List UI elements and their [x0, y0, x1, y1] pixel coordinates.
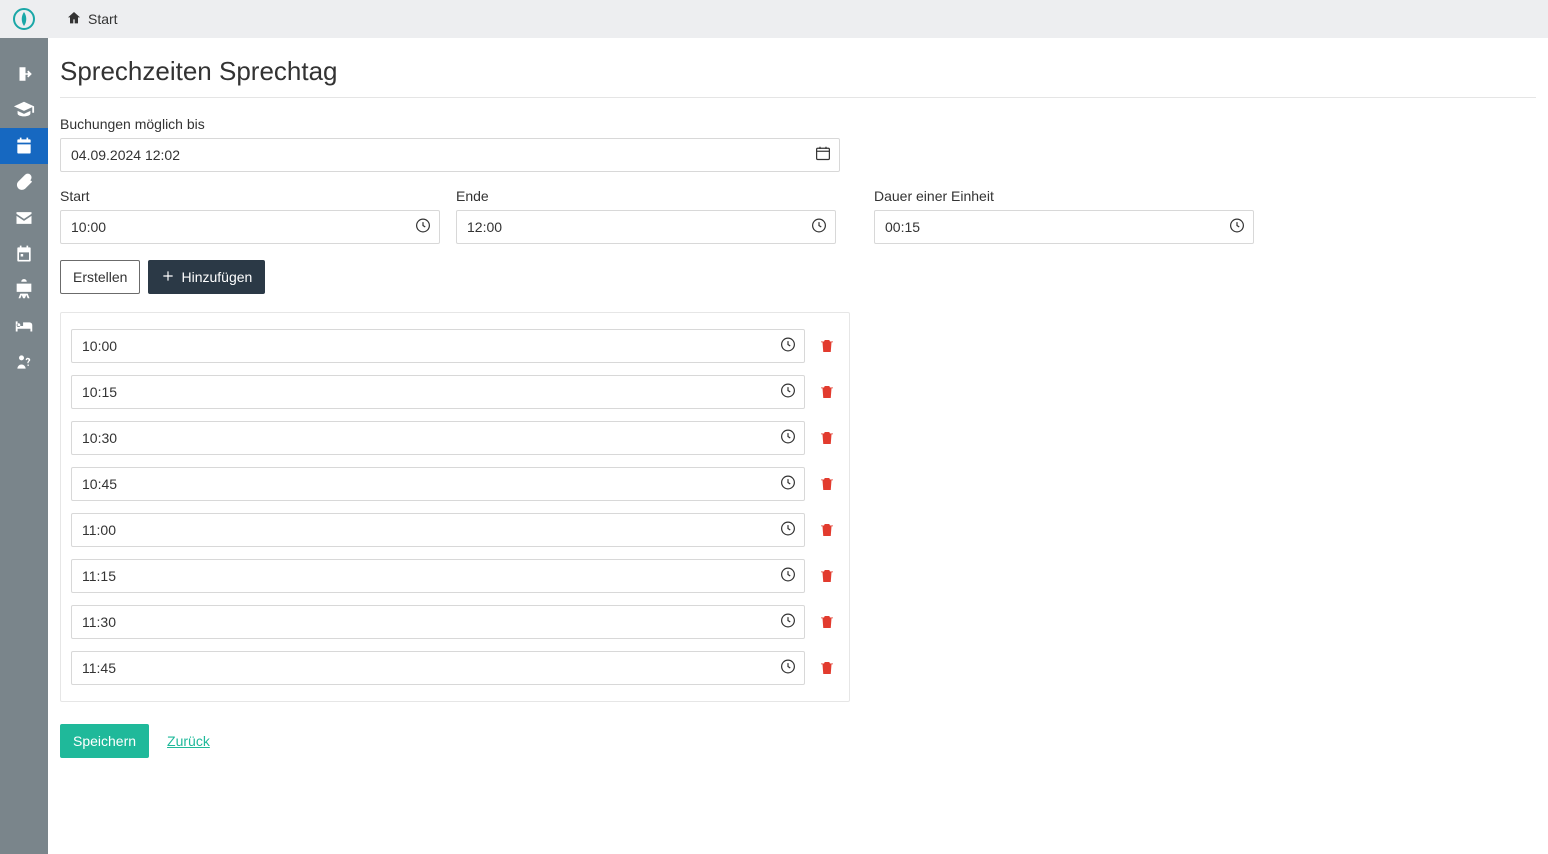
sidebar-item-messages[interactable]: [0, 200, 48, 236]
exit-icon: [15, 65, 33, 83]
page-title: Sprechzeiten Sprechtag: [60, 56, 1536, 97]
delete-slot-button[interactable]: [815, 656, 839, 680]
slot-time-input[interactable]: [71, 605, 805, 639]
trash-icon: [818, 429, 836, 447]
trash-icon: [818, 337, 836, 355]
slot-row: [71, 461, 839, 507]
add-button-label: Hinzufügen: [181, 269, 252, 285]
sidebar-item-calendar[interactable]: [0, 236, 48, 272]
plus-icon: [161, 269, 175, 286]
paperclip-icon: [14, 172, 34, 192]
calendar-solid-icon: [14, 136, 34, 156]
trash-icon: [818, 521, 836, 539]
presentation-icon: [13, 279, 35, 301]
delete-slot-button[interactable]: [815, 426, 839, 450]
slot-row: [71, 553, 839, 599]
slot-row: [71, 645, 839, 691]
sidebar-item-attachments[interactable]: [0, 164, 48, 200]
sidebar: [0, 0, 48, 854]
slot-time-input[interactable]: [71, 421, 805, 455]
slot-row: [71, 369, 839, 415]
slot-row: [71, 599, 839, 645]
envelope-icon: [14, 208, 34, 228]
end-label: Ende: [456, 188, 836, 204]
delete-slot-button[interactable]: [815, 380, 839, 404]
slot-row: [71, 323, 839, 369]
home-icon: [66, 10, 82, 29]
main-content: Sprechzeiten Sprechtag Buchungen möglich…: [48, 38, 1548, 854]
slot-time-input[interactable]: [71, 467, 805, 501]
end-input[interactable]: [456, 210, 836, 244]
sidebar-item-teachers[interactable]: [0, 92, 48, 128]
duration-input[interactable]: [874, 210, 1254, 244]
slot-time-input[interactable]: [71, 329, 805, 363]
sidebar-item-help[interactable]: [0, 344, 48, 380]
delete-slot-button[interactable]: [815, 610, 839, 634]
slot-time-input[interactable]: [71, 559, 805, 593]
booking-until-label: Buchungen möglich bis: [60, 116, 1536, 132]
app-logo: [0, 0, 48, 38]
graduation-cap-icon: [13, 99, 35, 121]
booking-until-input[interactable]: [60, 138, 840, 172]
trash-icon: [818, 659, 836, 677]
duration-label: Dauer einer Einheit: [874, 188, 1254, 204]
bed-icon: [13, 315, 35, 337]
slot-time-input[interactable]: [71, 651, 805, 685]
trash-icon: [818, 475, 836, 493]
delete-slot-button[interactable]: [815, 334, 839, 358]
sidebar-item-consultation-days[interactable]: [0, 128, 48, 164]
trash-icon: [818, 383, 836, 401]
delete-slot-button[interactable]: [815, 518, 839, 542]
title-rule: [60, 97, 1536, 98]
sidebar-item-logout[interactable]: [0, 56, 48, 92]
trash-icon: [818, 613, 836, 631]
add-button[interactable]: Hinzufügen: [148, 260, 265, 294]
create-button[interactable]: Erstellen: [60, 260, 140, 294]
person-question-icon: [14, 352, 34, 372]
start-input[interactable]: [60, 210, 440, 244]
breadcrumb-home[interactable]: Start: [88, 11, 118, 27]
back-link[interactable]: Zurück: [167, 733, 210, 749]
slot-list: [60, 312, 850, 702]
trash-icon: [818, 567, 836, 585]
slot-time-input[interactable]: [71, 375, 805, 409]
slot-row: [71, 415, 839, 461]
save-button-label: Speichern: [73, 733, 136, 749]
delete-slot-button[interactable]: [815, 564, 839, 588]
sidebar-item-stay[interactable]: [0, 308, 48, 344]
sidebar-item-training[interactable]: [0, 272, 48, 308]
save-button[interactable]: Speichern: [60, 724, 149, 758]
top-bar: Start: [48, 0, 1548, 38]
start-label: Start: [60, 188, 440, 204]
slot-time-input[interactable]: [71, 513, 805, 547]
delete-slot-button[interactable]: [815, 472, 839, 496]
slot-row: [71, 507, 839, 553]
calendar-outline-icon: [14, 244, 34, 264]
create-button-label: Erstellen: [73, 269, 127, 285]
